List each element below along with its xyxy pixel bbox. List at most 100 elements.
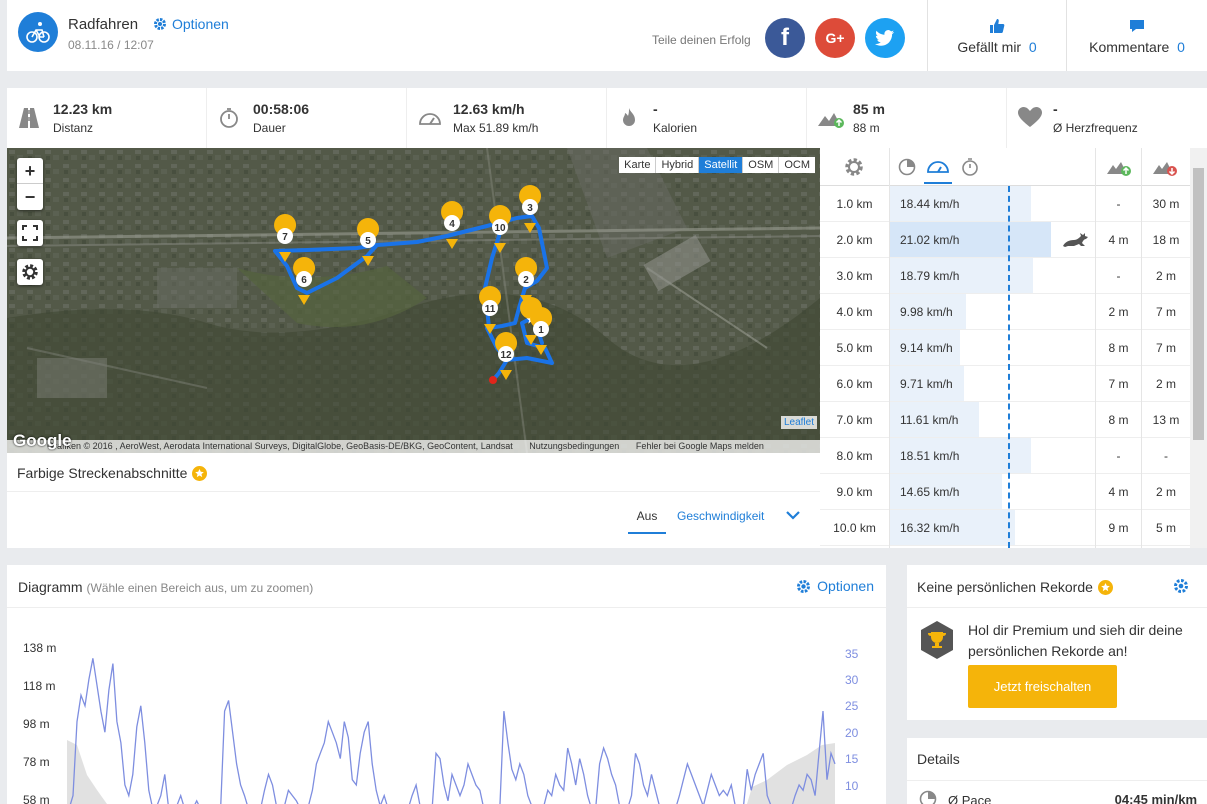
divider: [1141, 148, 1142, 548]
marker-5[interactable]: 5: [357, 218, 380, 266]
split-row[interactable]: 6.0 km 9.71 km/h 7 m 2 m: [820, 366, 1190, 402]
google-plus-share-button[interactable]: G+: [815, 18, 855, 58]
heart-icon: [1018, 107, 1042, 127]
split-row[interactable]: 1.0 km 18.44 km/h - 30 m: [820, 186, 1190, 222]
split-descent: 2 m: [1155, 485, 1176, 499]
svg-text:4: 4: [449, 219, 455, 230]
split-row[interactable]: 7.0 km 11.61 km/h 8 m 13 m: [820, 402, 1190, 438]
stat-label: Max 51.89 km/h: [453, 121, 539, 135]
split-distance: 4.0 km: [836, 305, 873, 319]
details-panel: Details Ø Pace 04:45 min/km: [907, 738, 1207, 804]
split-row[interactable]: 4.0 km 9.98 km/h 2 m 7 m: [820, 294, 1190, 330]
layer-karte[interactable]: Karte: [619, 157, 657, 173]
comments-button[interactable]: Kommentare 0: [1067, 0, 1207, 71]
divider: [1095, 148, 1096, 548]
split-speed: 18.51 km/h: [900, 449, 960, 463]
splits-scrollbar[interactable]: [1190, 148, 1207, 548]
marker-11[interactable]: 11: [479, 286, 502, 334]
gear-icon[interactable]: [844, 157, 864, 177]
unlock-premium-button[interactable]: Jetzt freischalten: [968, 665, 1117, 708]
split-row[interactable]: 8.0 km 18.51 km/h - -: [820, 438, 1190, 474]
segments-tab-speed[interactable]: Geschwindigkeit: [677, 509, 764, 523]
marker-12[interactable]: 12: [495, 332, 518, 380]
google-plus-icon: G+: [825, 30, 845, 46]
chevron-down-icon[interactable]: [785, 509, 801, 521]
stopwatch-icon[interactable]: [961, 157, 979, 177]
zoom-out-button[interactable]: −: [17, 184, 43, 210]
split-row[interactable]: 2.0 km 21.02 km/h 4 m 18 m: [820, 222, 1190, 258]
stat-label: 88 m: [853, 121, 880, 135]
split-ascent: 9 m: [1108, 521, 1129, 535]
svg-text:5: 5: [365, 236, 371, 247]
speedometer-icon[interactable]: [926, 157, 950, 175]
zoom-control: + −: [17, 158, 43, 210]
split-descent: 7 m: [1155, 341, 1176, 355]
twitter-share-button[interactable]: [865, 18, 905, 58]
diagram-chart[interactable]: [7, 565, 886, 804]
marker-10[interactable]: 10: [489, 205, 512, 253]
layer-ocm[interactable]: OCM: [779, 157, 815, 173]
stat-value: 12.63 km/h: [453, 101, 525, 117]
svg-text:10: 10: [494, 223, 506, 234]
segments-tab-off[interactable]: Aus: [628, 509, 666, 534]
like-button[interactable]: Gefällt mir 0: [928, 0, 1066, 71]
premium-star-icon: [1097, 579, 1113, 595]
layer-hybrid[interactable]: Hybrid: [656, 157, 700, 173]
rabbit-icon: [1063, 233, 1088, 247]
marker-6[interactable]: 6: [293, 257, 316, 305]
divider: [7, 491, 820, 492]
facebook-share-button[interactable]: f: [765, 18, 805, 58]
route-map[interactable]: 7 6 5 4 10 3 2 11 ★ 1 12 + − Karte Hybri…: [7, 148, 820, 453]
split-row[interactable]: 3.0 km 18.79 km/h - 2 m: [820, 258, 1190, 294]
gear-icon: [154, 18, 166, 30]
scrollbar-thumb[interactable]: [1193, 168, 1204, 440]
stat-value: 00:58:06: [253, 101, 310, 117]
split-distance: 5.0 km: [836, 341, 873, 355]
split-ascent: 2 m: [1108, 305, 1129, 319]
speedometer-icon: [419, 113, 441, 125]
marker-7[interactable]: 7: [274, 214, 297, 262]
premium-star-icon: [192, 465, 208, 481]
zoom-in-button[interactable]: +: [17, 158, 43, 184]
split-distance: 7.0 km: [836, 413, 873, 427]
terms-link[interactable]: Nutzungsbedingungen: [529, 441, 619, 451]
leaflet-link[interactable]: Leaflet: [780, 416, 817, 429]
map-settings-button[interactable]: [17, 259, 43, 285]
stat-label: Distanz: [53, 121, 94, 135]
layer-satellit[interactable]: Satellit: [699, 157, 744, 173]
facebook-icon: f: [781, 24, 789, 51]
split-row[interactable]: 5.0 km 9.14 km/h 8 m 7 m: [820, 330, 1190, 366]
stopwatch-icon: [220, 108, 238, 128]
marker-3[interactable]: 3: [519, 185, 542, 233]
report-link[interactable]: Fehler bei Google Maps melden: [636, 441, 764, 451]
activity-date: 08.11.16 / 12:07: [68, 38, 154, 52]
layer-osm[interactable]: OSM: [743, 157, 780, 173]
split-row[interactable]: 10.0 km 16.32 km/h 9 m 5 m: [820, 510, 1190, 546]
split-speed: 18.79 km/h: [900, 269, 960, 283]
marker-4[interactable]: 4: [441, 201, 464, 249]
diagram-panel[interactable]: Diagramm (Wähle einen Bereich aus, um zu…: [7, 565, 886, 804]
fullscreen-button[interactable]: [17, 220, 43, 246]
pie-chart-icon[interactable]: [898, 158, 916, 176]
split-descent: 7 m: [1155, 305, 1176, 319]
stat-value: 85 m: [853, 101, 885, 117]
split-ascent: 7 m: [1108, 377, 1129, 391]
marker-1[interactable]: 1: [530, 307, 553, 355]
options-button[interactable]: Optionen: [153, 16, 229, 32]
svg-text:1: 1: [538, 325, 544, 336]
active-tab-indicator: [924, 182, 952, 184]
segments-title: Farbige Streckenabschnitte: [17, 465, 208, 481]
elevation-up-icon[interactable]: [1106, 157, 1132, 177]
stat-value: -: [1053, 101, 1058, 117]
stat-value: 12.23 km: [53, 101, 113, 117]
speed-series: [69, 658, 836, 804]
activity-header: Radfahren 08.11.16 / 12:07 Optionen Teil…: [7, 0, 1207, 71]
split-distance: 6.0 km: [836, 377, 873, 391]
comments-label: Kommentare: [1089, 39, 1170, 55]
elevation-down-icon[interactable]: [1152, 157, 1178, 177]
stat-value: -: [653, 101, 658, 117]
split-row[interactable]: 9.0 km 14.65 km/h 4 m 2 m: [820, 474, 1190, 510]
gear-icon[interactable]: [1173, 578, 1189, 594]
stat-duration: 00:58:06 Dauer: [207, 88, 407, 148]
split-descent: 18 m: [1152, 233, 1180, 247]
